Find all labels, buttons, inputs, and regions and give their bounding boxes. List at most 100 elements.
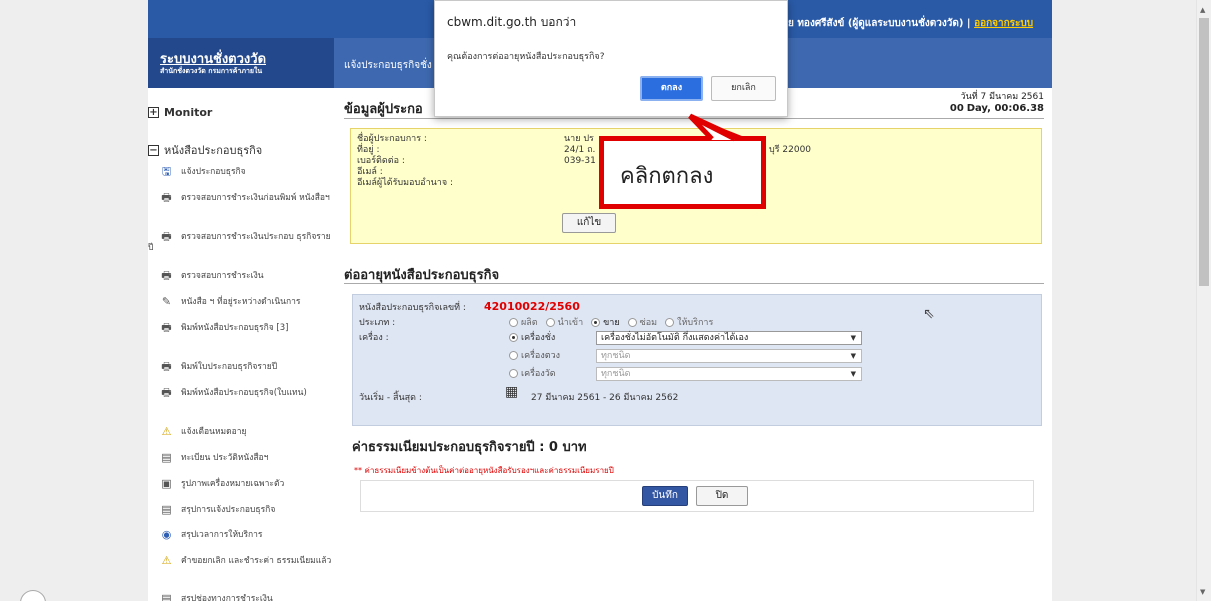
device-measure-radio[interactable]: เครื่องตวง <box>509 351 560 362</box>
sidebar-item-label: ตรวจสอบการชำระเงินประกอบ ธุรกิจรายปี <box>148 232 331 253</box>
sidebar-item[interactable]: ▤ สรุปช่องทางการชำระเงิน <box>148 593 332 601</box>
printer-icon: 🖶 <box>161 360 172 373</box>
printer-icon: 🖶 <box>161 191 172 204</box>
scroll-down-icon[interactable]: ▼ <box>1200 588 1205 596</box>
device-measure-select[interactable]: ทุกชนิด ▼ <box>596 349 862 363</box>
label-email: อีเมล์ : <box>357 167 383 177</box>
scrollbar-thumb[interactable] <box>1199 18 1209 286</box>
sidebar-item-label: รูปภาพเครื่องหมายเฉพาะตัว <box>181 479 285 489</box>
sidebar-item[interactable]: 🖶 ตรวจสอบการชำระเงินประกอบ ธุรกิจรายปี <box>148 231 332 254</box>
type-radio-label: ผลิต <box>521 318 538 328</box>
period-value: 27 มีนาคม 2561 - 26 มีนาคม 2562 <box>531 393 679 403</box>
value-address-tail: บุรี 22000 <box>769 145 812 155</box>
value-address: 24/1 ถ. <box>564 145 596 155</box>
sidebar-item-label: ตรวจสอบการชำระเงินก่อนพิมพ์ หนังสือฯ <box>181 193 330 203</box>
sidebar-section-license[interactable]: − หนังสือประกอบธุรกิจ <box>148 141 262 159</box>
user-name: ย ทองศรีสังข์ (ผู้ดูแลระบบงานชั่งตวงวัด)… <box>788 18 975 29</box>
type-radio-option[interactable]: ผลิต <box>509 318 538 328</box>
calendar-icon[interactable]: ▦ <box>505 385 518 399</box>
label-phone: เบอร์ติดต่อ : <box>357 156 405 166</box>
sidebar-item[interactable]: 🖶 ตรวจสอบการชำระเงิน <box>148 270 332 282</box>
breadcrumb[interactable]: แจ้งประกอบธุรกิจชั่ง <box>344 58 432 73</box>
type-radio-option[interactable]: ซ่อม <box>627 318 657 328</box>
sidebar-item-label: หนังสือ ฯ ที่อยู่ระหว่างดำเนินการ <box>181 297 301 307</box>
register-icon: ▤ <box>161 451 172 464</box>
device-scale-radio[interactable]: เครื่องชั่ง <box>509 333 555 344</box>
warning-icon: ⚠ <box>161 425 172 438</box>
sidebar-item[interactable]: ⚠ คำขอยกเลิก และชำระค่า ธรรมเนียมแล้ว <box>148 555 332 567</box>
type-radio-label: ขาย <box>603 318 620 328</box>
sidebar-item[interactable]: 🖶 พิมพ์หนังสือประกอบธุรกิจ [3] <box>148 322 332 334</box>
dialog-title: cbwm.dit.go.th บอกว่า <box>447 15 577 29</box>
radio-icon <box>509 351 518 360</box>
dialog-cancel-button[interactable]: ยกเลิก <box>711 76 776 101</box>
renew-form-panel: หนังสือประกอบธุรกิจเลขที่ : 42010022/256… <box>352 294 1042 426</box>
logout-link[interactable]: ออกจากระบบ <box>974 18 1033 29</box>
printer-icon: 🖶 <box>161 269 172 282</box>
confirm-dialog: cbwm.dit.go.th บอกว่า คุณต้องการต่ออายุห… <box>434 0 788 117</box>
radio-icon <box>509 369 518 378</box>
dropdown-arrow-icon: ▼ <box>850 334 856 342</box>
sidebar-item[interactable]: ▣ รูปภาพเครื่องหมายเฉพาะตัว <box>148 478 332 490</box>
sidebar-monitor[interactable]: + Monitor <box>148 106 212 119</box>
form-actions: บันทึก ปิด <box>360 480 1034 512</box>
divider <box>344 283 1044 284</box>
sidebar-item[interactable]: ▤ ทะเบียน ประวัติหนังสือฯ <box>148 452 332 464</box>
period-label: วันเริ่ม - สิ้นสุด : <box>359 393 422 403</box>
brand-subtitle: สำนักชั่งตวงวัด กรมการค้าภายใน <box>160 67 263 75</box>
summary-icon: ▤ <box>161 592 172 601</box>
page-background-left <box>0 0 148 601</box>
fee-note: ** ค่าธรรมเนียมข้างต้นเป็นค่าต่ออายุหนัง… <box>354 466 614 475</box>
section-title-owner: ข้อมูลผู้ประกอ <box>344 102 423 117</box>
save-button[interactable]: บันทึก <box>642 486 688 506</box>
fee-title: ค่าธรรมเนียมประกอบธุรกิจรายปี : 0 บาท <box>352 440 587 455</box>
expand-icon: + <box>148 107 159 118</box>
printer-icon: 🖶 <box>161 321 172 334</box>
radio-icon <box>545 318 555 327</box>
sidebar-item-label: คำขอยกเลิก และชำระค่า ธรรมเนียมแล้ว <box>181 556 332 566</box>
label-address: ที่อยู่ : <box>357 145 380 155</box>
type-label: ประเภท : <box>359 318 396 328</box>
type-radio-label: นำเข้า <box>557 318 584 328</box>
sidebar-item[interactable]: ⚠ แจ้งเตือนหมดอายุ <box>148 426 332 438</box>
type-radio-group: ผลิต นำเข้า ขาย ซ่อม ให้บริการ <box>509 318 721 329</box>
device-scale-select[interactable]: เครื่องชั่งไม่อัตโนมัติ กึ่งแสดงค่าได้เอ… <box>596 331 862 345</box>
sidebar-item-label: สรุปเวลาการให้บริการ <box>181 530 263 540</box>
radio-icon <box>591 318 601 327</box>
type-radio-option[interactable]: ขาย <box>591 318 620 328</box>
date-timer: วันที่ 7 มีนาคม 2561 00 Day, 00:06.38 <box>950 92 1044 115</box>
date-text: วันที่ 7 มีนาคม 2561 <box>960 92 1044 102</box>
sidebar-item[interactable]: 🖶 ตรวจสอบการชำระเงินก่อนพิมพ์ หนังสือฯ <box>148 192 332 204</box>
dialog-ok-button[interactable]: ตกลง <box>640 76 703 101</box>
sidebar-item-label: พิมพ์หนังสือประกอบธุรกิจ [3] <box>181 323 289 333</box>
label-owner: ชื่อผู้ประกอบการ : <box>357 134 427 144</box>
edit-button[interactable]: แก้ไข <box>562 213 616 233</box>
sidebar-item[interactable]: ✎ หนังสือ ฯ ที่อยู่ระหว่างดำเนินการ <box>148 296 332 308</box>
section-title-renew: ต่ออายุหนังสือประกอบธุรกิจ <box>344 268 500 283</box>
sidebar-item-label: ทะเบียน ประวัติหนังสือฯ <box>181 453 269 463</box>
save-icon: 🖫 <box>161 165 172 178</box>
type-radio-label: ให้บริการ <box>677 318 714 328</box>
type-radio-option[interactable]: ให้บริการ <box>665 318 713 328</box>
sidebar-monitor-label: Monitor <box>164 106 213 119</box>
close-button[interactable]: ปิด <box>696 486 748 506</box>
device-meter-select[interactable]: ทุกชนิด ▼ <box>596 367 862 381</box>
radio-icon <box>509 318 518 327</box>
device-meter-radio[interactable]: เครื่องวัด <box>509 369 556 380</box>
type-radio-option[interactable]: นำเข้า <box>545 318 584 328</box>
sidebar-item[interactable]: 🖫 แจ้งประกอบธุรกิจ <box>148 166 332 178</box>
printer-icon: 🖶 <box>161 230 172 243</box>
sidebar-item[interactable]: 🖶 พิมพ์ใบประกอบธุรกิจรายปี <box>148 361 332 373</box>
image-icon: ▣ <box>161 477 172 490</box>
divider <box>344 118 1044 119</box>
sidebar-item-label: สรุปช่องทางการชำระเงิน <box>181 594 273 601</box>
callout-text: คลิกตกลง <box>620 164 714 189</box>
scroll-up-icon[interactable]: ▲ <box>1200 6 1205 14</box>
license-number: 42010022/2560 <box>484 300 580 313</box>
sidebar-item[interactable]: ◉ สรุปเวลาการให้บริการ <box>148 529 332 541</box>
sidebar-item[interactable]: ▤ สรุปการแจ้งประกอบธุรกิจ <box>148 504 332 516</box>
collapse-icon: − <box>148 144 159 156</box>
sidebar-item[interactable]: 🖶 พิมพ์หนังสือประกอบธุรกิจ(ใบแทน) <box>148 387 332 399</box>
vertical-scrollbar[interactable]: ▲ ▼ <box>1196 0 1211 601</box>
sidebar-item-label: พิมพ์หนังสือประกอบธุรกิจ(ใบแทน) <box>181 388 307 398</box>
